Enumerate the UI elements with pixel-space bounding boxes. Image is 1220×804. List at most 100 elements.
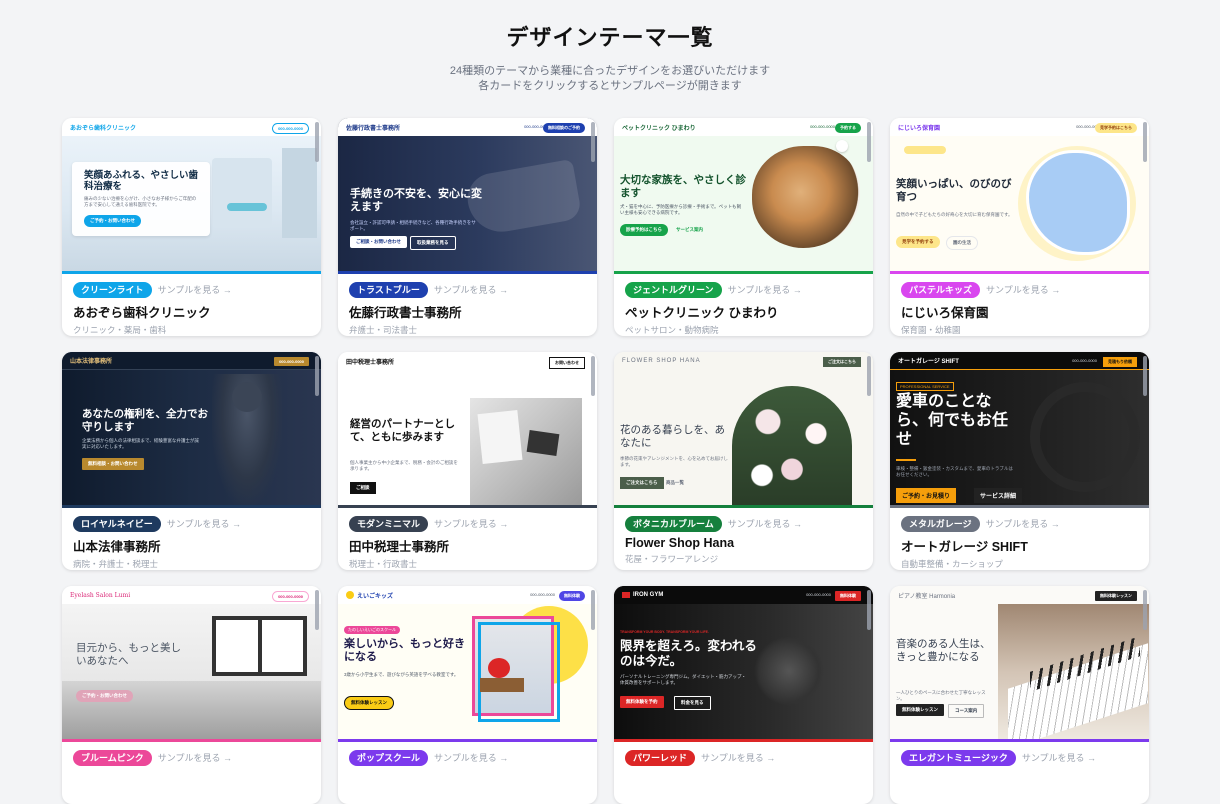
card-title: あおぞら歯科クリニック xyxy=(73,306,211,320)
thumb-hero-text: 花のある暮らしを、あなたに xyxy=(620,424,725,449)
theme-badge: パワーレッド xyxy=(625,749,696,766)
card-thumbnail: 佐藤行政書士事務所 000-000-0000 無料相談のご予約 手続きの不安を、… xyxy=(338,118,597,271)
theme-card-bloom-pink[interactable]: Eyelash Salon Lumi 000-000-0000 目元から、もっと… xyxy=(62,586,321,804)
sample-link[interactable]: サンプルを見る → xyxy=(728,283,802,296)
card-thumbnail: Eyelash Salon Lumi 000-000-0000 目元から、もっと… xyxy=(62,586,321,739)
thumb-nav-button: 無料体験 xyxy=(559,591,585,601)
sample-link[interactable]: サンプルを見る → xyxy=(728,517,802,530)
sample-link[interactable]: サンプルを見る → xyxy=(1022,751,1096,764)
card-title: 山本法律事務所 xyxy=(73,540,161,554)
theme-card-power-red[interactable]: IRON GYM 000-000-0000 無料体験 TRANSFORM YOU… xyxy=(614,586,873,804)
sample-link[interactable]: サンプルを見る → xyxy=(167,517,241,530)
theme-badge: ポップスクール xyxy=(349,749,429,766)
theme-badge: パステルキッズ xyxy=(901,281,981,298)
thumb-hero-text: 経営のパートナーとして、ともに歩みます xyxy=(350,418,455,443)
card-thumbnail: あおぞら歯科クリニック 000-000-0000 笑顔あふれる、やさしい歯科治療… xyxy=(62,118,321,271)
thumb-hero-text: 楽しいから、もっと好きになる xyxy=(344,638,465,664)
card-title: にじいろ保育園 xyxy=(901,306,989,320)
card-title: ペットクリニック ひまわり xyxy=(625,306,779,320)
thumb-nav-button: 無料相談のご予約 xyxy=(543,123,585,133)
thumb-nav-button: 000-000-0000 xyxy=(274,357,309,366)
theme-card-trust-blue[interactable]: 佐藤行政書士事務所 000-000-0000 無料相談のご予約 手続きの不安を、… xyxy=(338,118,597,336)
thumb-desc: 自然の中で子どもたちの好奇心を大切に育む保育園です。 xyxy=(896,212,1013,217)
theme-badge: ロイヤルネイビー xyxy=(73,515,161,532)
thumb-desc: 個人事業主から中小企業まで、税務・会計のご相談を承ります。 xyxy=(350,460,458,471)
card-category: 保育園・幼稚園 xyxy=(901,325,961,335)
theme-badge: モダンミニマル xyxy=(349,515,429,532)
theme-badge: トラストブルー xyxy=(349,281,428,298)
thumb-nav-button: 見積もり依頼 xyxy=(1103,357,1137,367)
thumb-cta: ご予約・お問い合わせ xyxy=(84,215,141,227)
thumb-hero-text: 笑顔あふれる、やさしい歯科治療を xyxy=(84,170,199,193)
page-title: デザインテーマ一覧 xyxy=(506,25,714,50)
thumb-hero-text: 限界を超えろ。変われるのは今だ。 xyxy=(620,639,757,668)
theme-card-modern-minimal[interactable]: 田中税理士事務所 お問い合わせ 経営のパートナーとして、ともに歩みます 個人事業… xyxy=(338,352,597,570)
theme-card-metal-garage[interactable]: オートガレージ SHIFT 000-000-0000 見積もり依頼 PROFES… xyxy=(890,352,1149,570)
thumb-desc: 車検・整備・鈑金塗装・カスタムまで、愛車のトラブルはお任せください。 xyxy=(896,466,1013,477)
sample-link[interactable]: サンプルを見る → xyxy=(434,283,508,296)
theme-badge: ボタニカルブルーム xyxy=(625,515,722,532)
thumb-desc: 企業法務から個人の法律相談まで、経験豊富な弁護士が誠実に対応いたします。 xyxy=(82,438,199,449)
theme-card-elegant-music[interactable]: ピアノ教室 Harmonia 無料体験レッスン 音楽のある人生は、きっと豊かにな… xyxy=(890,586,1149,804)
card-category: 弁護士・司法書士 xyxy=(349,325,418,335)
theme-card-pastel-kids[interactable]: にじいろ保育園 000-000-0000 見学予約はこちら 笑顔いっぱい、のびの… xyxy=(890,118,1149,336)
sample-link[interactable]: サンプルを見る → xyxy=(158,751,232,764)
thumb-desc: 3歳から小学生まで、遊びながら英語を学べる教室です。 xyxy=(344,672,459,677)
thumb-nav-button: 000-000-0000 xyxy=(272,591,309,602)
card-title: Flower Shop Hana xyxy=(625,536,735,550)
thumb-hero-text: 大切な家族を、やさしく診ます xyxy=(620,174,746,199)
theme-badge: メタルガレージ xyxy=(901,515,980,532)
page-header: デザインテーマ一覧 24種類のテーマから業種に合ったデザインをお選びいただけます… xyxy=(0,0,1220,118)
theme-card-royal-navy[interactable]: 山本法律事務所 000-000-0000 あなたの権利を、全力でお守りします 企… xyxy=(62,352,321,570)
sample-link[interactable]: サンプルを見る → xyxy=(701,751,775,764)
card-category: 税理士・行政書士 xyxy=(349,559,418,569)
sample-link[interactable]: サンプルを見る → xyxy=(986,517,1060,530)
theme-card-pop-school[interactable]: えいごキッズ 000-000-0000 無料体験 たのしいえいごのスクール 楽し… xyxy=(338,586,597,804)
thumb-nav-button: 無料体験 xyxy=(835,591,861,601)
card-title: オートガレージ SHIFT xyxy=(901,540,1028,554)
thumb-nav-button: 000-000-0000 xyxy=(272,123,309,134)
card-thumbnail: にじいろ保育園 000-000-0000 見学予約はこちら 笑顔いっぱい、のびの… xyxy=(890,118,1149,271)
card-thumbnail: 山本法律事務所 000-000-0000 あなたの権利を、全力でお守りします 企… xyxy=(62,352,321,505)
theme-card-botanical-bloom[interactable]: FLOWER SHOP HANA ご注文はこちら 花のある暮らしを、あなたに 季… xyxy=(614,352,873,570)
thumb-desc: 痛みの少ない治療を心がけ、小さなお子様からご年配の方まで安心して通える歯科医院で… xyxy=(84,196,197,207)
sample-link[interactable]: サンプルを見る → xyxy=(434,751,508,764)
thumb-hero-text: 愛車のことなら、何でもお任せ xyxy=(896,393,1009,449)
card-thumbnail: 田中税理士事務所 お問い合わせ 経営のパートナーとして、ともに歩みます 個人事業… xyxy=(338,352,597,505)
card-thumbnail: FLOWER SHOP HANA ご注文はこちら 花のある暮らしを、あなたに 季… xyxy=(614,352,873,505)
thumb-nav-button: 無料体験レッスン xyxy=(1095,591,1137,601)
sample-link[interactable]: サンプルを見る → xyxy=(434,517,508,530)
card-thumbnail: ペットクリニック ひまわり 000-000-0000 予約する 大切な家族を、や… xyxy=(614,118,873,271)
card-category: 花屋・フラワーアレンジ xyxy=(625,554,719,564)
page-subtitle-2: 各カードをクリックするとサンプルページが開きます xyxy=(478,80,742,92)
thumb-hero-text: 笑顔いっぱい、のびのび育つ xyxy=(896,178,1012,203)
thumb-nav-button: 見学予約はこちら xyxy=(1095,123,1137,133)
theme-card-clean-light[interactable]: あおぞら歯科クリニック 000-000-0000 笑顔あふれる、やさしい歯科治療… xyxy=(62,118,321,336)
card-category: 自動車整備・カーショップ xyxy=(901,559,1003,569)
theme-badge: ジェントルグリーン xyxy=(625,281,722,298)
thumb-desc: パーソナルトレーニング専門ジム。ダイエット・筋力アップ・体質改善をサポートします… xyxy=(620,674,746,685)
card-thumbnail: IRON GYM 000-000-0000 無料体験 TRANSFORM YOU… xyxy=(614,586,873,739)
card-thumbnail: えいごキッズ 000-000-0000 無料体験 たのしいえいごのスクール 楽し… xyxy=(338,586,597,739)
theme-badge: クリーンライト xyxy=(73,281,152,298)
thumb-nav-button: 予約する xyxy=(835,123,861,133)
theme-badge: エレガントミュージック xyxy=(901,749,1016,766)
theme-card-gentle-green[interactable]: ペットクリニック ひまわり 000-000-0000 予約する 大切な家族を、や… xyxy=(614,118,873,336)
thumb-hero-text: 手続きの不安を、安心に変えます xyxy=(350,188,482,214)
thumb-nav-button: お問い合わせ xyxy=(549,357,585,369)
sample-link[interactable]: サンプルを見る → xyxy=(986,283,1060,296)
card-thumbnail: オートガレージ SHIFT 000-000-0000 見積もり依頼 PROFES… xyxy=(890,352,1149,505)
thumb-hero-text: あなたの権利を、全力でお守りします xyxy=(82,408,208,433)
card-title: 佐藤行政書士事務所 xyxy=(349,306,462,320)
thumb-hero-text: 音楽のある人生は、きっと豊かになる xyxy=(896,638,991,663)
card-category: ペットサロン・動物病院 xyxy=(625,325,719,335)
card-title: 田中税理士事務所 xyxy=(349,540,450,554)
sample-link[interactable]: サンプルを見る → xyxy=(158,283,232,296)
thumb-desc: 季節の花束やアレンジメントを、心を込めてお届けします。 xyxy=(620,456,728,467)
thumb-desc: 一人ひとりのペースに合わせた丁寧なレッスン。 xyxy=(896,690,986,701)
theme-badge: ブルームピンク xyxy=(73,749,152,766)
thumb-hero-text: 目元から、もっと美しいあなたへ xyxy=(76,642,181,667)
card-category: 病院・弁護士・税理士 xyxy=(73,559,159,569)
card-thumbnail: ピアノ教室 Harmonia 無料体験レッスン 音楽のある人生は、きっと豊かにな… xyxy=(890,586,1149,739)
thumb-nav-button: ご注文はこちら xyxy=(823,357,861,367)
